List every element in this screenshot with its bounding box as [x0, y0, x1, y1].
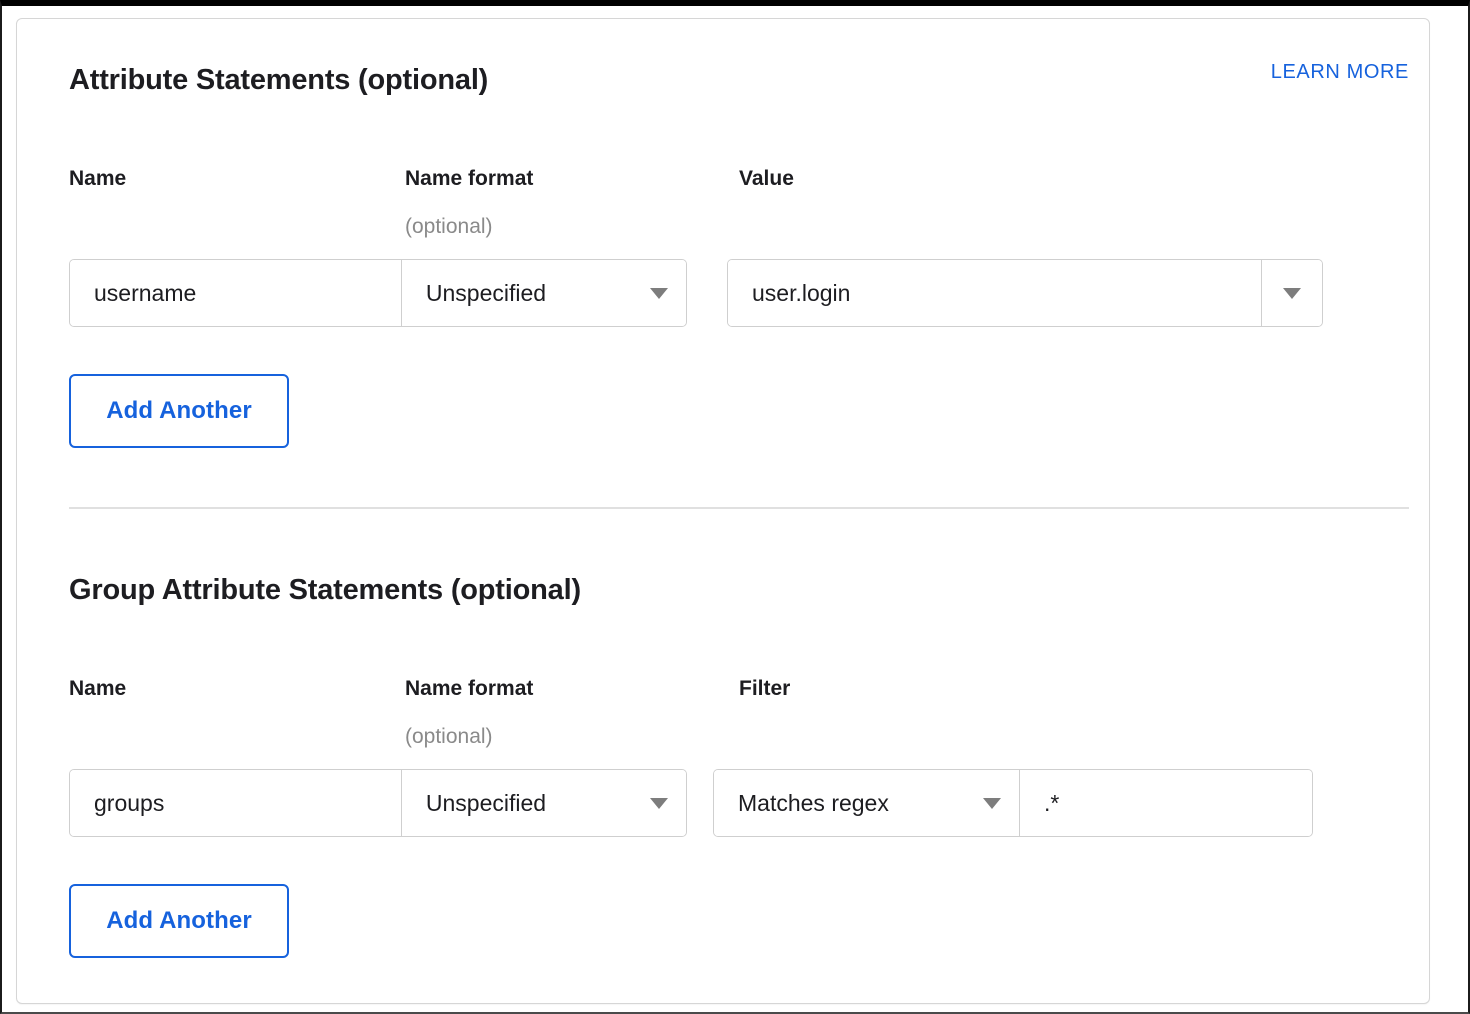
- group-name-input-value: groups: [94, 790, 164, 817]
- attr-name-input-value: username: [94, 280, 196, 307]
- group-column-header-name-format: Name format: [405, 677, 533, 701]
- learn-more-link[interactable]: LEARN MORE: [1271, 61, 1409, 84]
- attr-column-header-name-format: Name format: [405, 167, 533, 191]
- section-divider: [69, 507, 1409, 509]
- attr-add-another-button[interactable]: Add Another: [69, 374, 289, 448]
- attr-name-and-format-group: username Unspecified: [69, 259, 687, 327]
- group-name-input[interactable]: groups: [70, 770, 401, 836]
- group-name-format-select[interactable]: Unspecified: [401, 770, 686, 836]
- attr-value-input[interactable]: user.login: [728, 260, 1261, 326]
- chevron-down-icon: [983, 798, 1001, 809]
- group-filter-type-select-value: Matches regex: [738, 790, 889, 817]
- group-add-another-button[interactable]: Add Another: [69, 884, 289, 958]
- group-name-and-format-group: groups Unspecified: [69, 769, 687, 837]
- attr-name-input[interactable]: username: [70, 260, 401, 326]
- attr-name-format-select-value: Unspecified: [426, 280, 546, 307]
- group-name-format-select-value: Unspecified: [426, 790, 546, 817]
- attribute-statements-card: Attribute Statements (optional) LEARN MO…: [16, 18, 1430, 1004]
- attr-name-format-select[interactable]: Unspecified: [401, 260, 686, 326]
- attr-column-header-name: Name: [69, 167, 126, 191]
- attr-value-dropdown-button[interactable]: [1261, 260, 1322, 326]
- group-column-header-filter: Filter: [739, 677, 790, 701]
- screenshot-frame: Attribute Statements (optional) LEARN MO…: [0, 0, 1470, 1014]
- group-filter-expression-input[interactable]: .*: [1019, 770, 1312, 836]
- group-column-header-name: Name: [69, 677, 126, 701]
- group-attribute-statements-title: Group Attribute Statements (optional): [69, 574, 581, 607]
- attr-value-input-value: user.login: [752, 280, 850, 307]
- chevron-down-icon: [650, 798, 668, 809]
- group-filter-group: Matches regex .*: [713, 769, 1313, 837]
- attr-column-header-name-format-note: (optional): [405, 215, 493, 239]
- group-column-header-name-format-note: (optional): [405, 725, 493, 749]
- attr-column-header-value: Value: [739, 167, 794, 191]
- group-filter-type-select[interactable]: Matches regex: [714, 770, 1019, 836]
- chevron-down-icon: [650, 288, 668, 299]
- chevron-down-icon: [1283, 288, 1301, 299]
- attribute-statements-title: Attribute Statements (optional): [69, 64, 488, 97]
- attr-value-group: user.login: [727, 259, 1323, 327]
- group-filter-expression-input-value: .*: [1044, 790, 1059, 817]
